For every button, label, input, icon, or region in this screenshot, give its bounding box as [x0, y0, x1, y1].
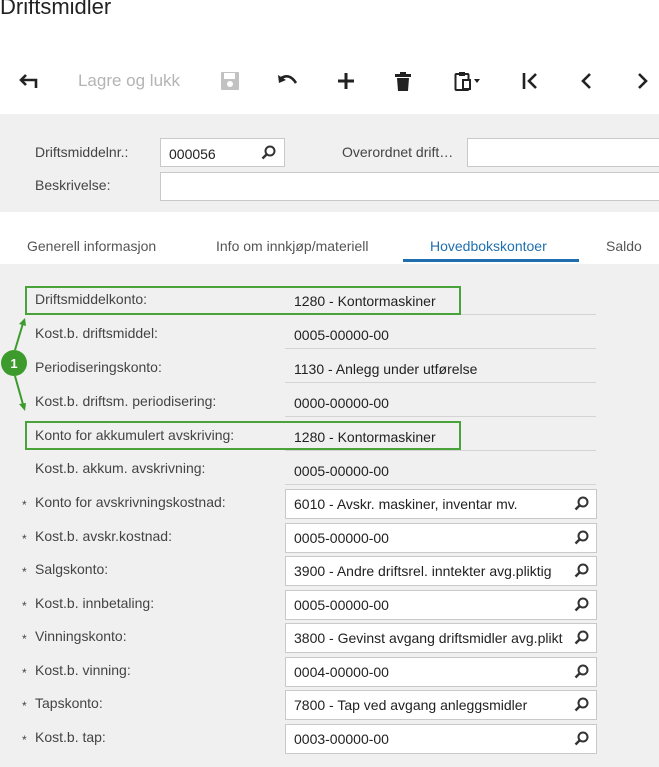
save-button[interactable]: [212, 56, 248, 106]
loss-subaccount-field[interactable]: 0003-00000-00: [285, 724, 597, 754]
row-value: 0005-00000-00: [294, 463, 389, 479]
tab-gl-accounts[interactable]: Hovedbokskontoer: [430, 238, 547, 254]
page-title: Driftsmidler: [0, 0, 112, 19]
search-icon[interactable]: [574, 697, 589, 717]
tab-general-info[interactable]: Generell informasjon: [27, 238, 156, 254]
clipboard-icon: [454, 72, 480, 91]
back-button[interactable]: [10, 56, 48, 106]
parent-asset-label: Overordnet drift…: [342, 144, 454, 160]
row-label: Periodiseringskonto:: [35, 359, 162, 375]
highlight-box-accum-depr-account: [25, 421, 461, 450]
next-button[interactable]: [626, 56, 659, 106]
save-close-label: Lagre og lukk: [77, 71, 181, 90]
row-value: 1130 - Anlegg under utførelse: [294, 361, 478, 377]
row-value: 0000-00000-00: [294, 395, 389, 411]
back-arrow-icon: [19, 74, 38, 88]
asset-no-label: Driftsmiddelnr.:: [35, 144, 129, 160]
row-value: 0005-00000-00: [294, 327, 389, 343]
depr-expense-subaccount-field[interactable]: 0005-00000-00: [285, 523, 597, 553]
sales-account-field[interactable]: 3900 - Andre driftsrel. inntekter avg.pl…: [285, 556, 597, 586]
previous-button[interactable]: [568, 56, 604, 106]
gain-account-field[interactable]: 3800 - Gevinst avgang driftsmidler avg.p…: [285, 623, 597, 653]
previous-icon: [581, 73, 591, 89]
parent-asset-field[interactable]: [467, 138, 659, 167]
depr-expense-account-field[interactable]: 6010 - Avskr. maskiner, inventar mv.: [285, 489, 597, 519]
search-icon[interactable]: [574, 563, 589, 583]
asset-no-value: 000056: [169, 146, 216, 162]
proceeds-subaccount-field[interactable]: 0005-00000-00: [285, 590, 597, 620]
row-label: Kost.b. driftsmiddel:: [35, 325, 158, 341]
tab-balance[interactable]: Saldo: [606, 238, 642, 254]
highlight-box-asset-account: [25, 286, 461, 315]
row-label: Tapskonto:: [35, 695, 103, 711]
description-label: Beskrivelse:: [35, 177, 111, 193]
row-label: Kost.b. akkum. avskrivning:: [35, 460, 206, 476]
loss-account-field[interactable]: 7800 - Tap ved avgang anleggsmidler: [285, 690, 597, 720]
row-label: Kost.b. vinning:: [35, 662, 131, 678]
search-icon[interactable]: [574, 630, 589, 650]
gain-subaccount-field[interactable]: 0004-00000-00: [285, 657, 597, 687]
trash-icon: [395, 71, 411, 91]
search-icon[interactable]: [574, 530, 589, 550]
toolbar: Lagre og lukk: [0, 56, 659, 112]
row-label: Kost.b. avskr.kostnad:: [35, 528, 172, 544]
search-icon[interactable]: [574, 664, 589, 684]
row-label: Salgskonto:: [35, 561, 109, 577]
search-icon[interactable]: [261, 145, 276, 163]
row-label: Kost.b. innbetaling:: [35, 595, 155, 611]
next-icon: [637, 73, 648, 89]
add-button[interactable]: [328, 56, 364, 106]
tab-purchase-info[interactable]: Info om innkjøp/materiell: [216, 238, 369, 254]
first-record-icon: [522, 73, 537, 89]
undo-icon: [278, 74, 298, 84]
first-record-button[interactable]: [512, 56, 548, 106]
active-tab-indicator: [403, 259, 579, 262]
save-close-button[interactable]: Lagre og lukk: [66, 56, 192, 106]
callout-badge: 1: [1, 350, 27, 376]
search-icon[interactable]: [574, 496, 589, 516]
row-label: Konto for avskrivningskostnad:: [35, 494, 226, 510]
search-icon[interactable]: [574, 597, 589, 617]
header-form: Driftsmiddelnr.: 000056 Overordnet drift…: [0, 114, 659, 212]
description-field[interactable]: [160, 172, 659, 201]
asset-no-field[interactable]: 000056: [160, 138, 285, 167]
clipboard-menu-button[interactable]: [445, 56, 493, 106]
save-icon: [221, 72, 239, 90]
row-label: Kost.b. driftsm. periodisering:: [35, 393, 217, 409]
row-label: Vinningskonto:: [35, 628, 127, 644]
search-icon[interactable]: [574, 731, 589, 751]
tab-bar: Generell informasjon Info om innkjøp/mat…: [0, 212, 659, 264]
delete-button[interactable]: [385, 56, 421, 106]
gl-accounts-panel: Driftsmiddelkonto: 1280 - Kontormaskiner…: [0, 264, 659, 767]
row-label: Kost.b. tap:: [35, 729, 106, 745]
plus-icon: [338, 73, 354, 89]
undo-button[interactable]: [270, 56, 306, 106]
